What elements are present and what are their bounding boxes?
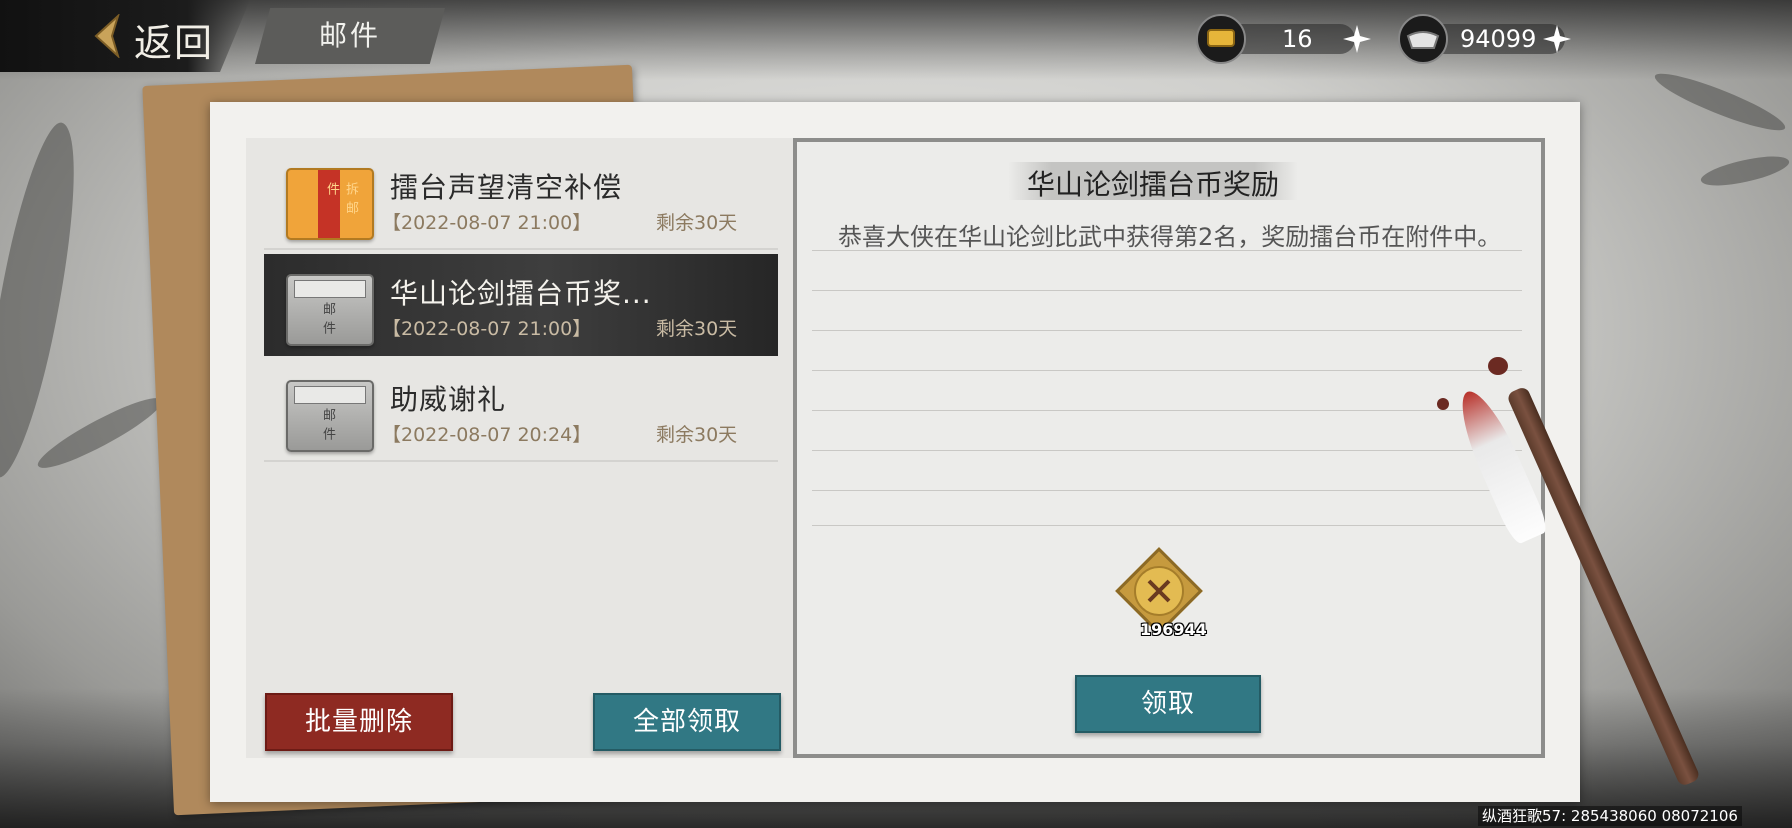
claim-button[interactable]: 领取 xyxy=(1075,675,1261,733)
mail-list-item[interactable]: 邮件 助威谢礼 【2022-08-07 20:24】 剩余30天 xyxy=(264,360,778,462)
mail-date: 【2022-08-07 21:00】 xyxy=(382,318,592,340)
paper-ruled-line xyxy=(812,525,1522,526)
attachment-quantity: 196944 xyxy=(1140,620,1207,639)
mail-date: 【2022-08-07 20:24】 xyxy=(382,424,592,446)
arena-coin-icon xyxy=(1134,566,1184,616)
tab-mail[interactable]: 邮件 xyxy=(255,8,445,64)
envelope-seal-text: 拆邮件 xyxy=(324,182,358,220)
mail-remaining-days: 剩余30天 xyxy=(656,424,738,446)
ink-drop-decoration xyxy=(1488,357,1508,375)
gold-amount: 16 xyxy=(1282,25,1313,53)
bamboo-leaf-decoration xyxy=(32,386,168,480)
detail-body-text: 恭喜大侠在华山论剑比武中获得第2名，奖励擂台币在附件中。 xyxy=(838,223,1502,251)
paper-ruled-line xyxy=(812,290,1522,291)
add-gold-plus-icon[interactable] xyxy=(1340,22,1374,56)
closed-grey-envelope-icon: 邮件 xyxy=(286,380,374,452)
silver-ingot-icon xyxy=(1398,14,1448,64)
envelope-seal-text: 邮件 xyxy=(320,302,335,340)
mail-remaining-days: 剩余30天 xyxy=(656,212,738,234)
mail-title: 擂台声望清空补偿 xyxy=(390,171,623,204)
silver-amount: 94099 xyxy=(1460,25,1537,53)
player-watermark: 纵酒狂歌57: 285438060 08072106 xyxy=(1478,806,1742,826)
closed-grey-envelope-icon: 邮件 xyxy=(286,274,374,346)
paper-ruled-line xyxy=(812,370,1522,371)
paper-ruled-line xyxy=(812,450,1522,451)
claim-all-button[interactable]: 全部领取 xyxy=(593,693,781,751)
add-silver-plus-icon[interactable] xyxy=(1540,22,1574,56)
gold-ingot-icon xyxy=(1196,14,1246,64)
detail-title: 华山论剑擂台币奖励 xyxy=(1026,168,1279,201)
attachment-item[interactable] xyxy=(1115,547,1203,635)
bamboo-leaf-decoration xyxy=(1698,148,1792,194)
mail-date: 【2022-08-07 21:00】 xyxy=(382,212,592,234)
paper-ruled-line xyxy=(812,330,1522,331)
mail-list-item[interactable]: 拆邮件 擂台声望清空补偿 【2022-08-07 21:00】 剩余30天 xyxy=(264,148,778,250)
chevron-left-icon xyxy=(94,14,120,58)
batch-delete-button[interactable]: 批量删除 xyxy=(265,693,453,751)
list-divider xyxy=(264,460,778,462)
mail-remaining-days: 剩余30天 xyxy=(656,318,738,340)
paper-ruled-line xyxy=(812,410,1522,411)
ink-drop-decoration xyxy=(1437,398,1449,410)
opened-red-envelope-icon: 拆邮件 xyxy=(286,168,374,240)
paper-ruled-line xyxy=(812,250,1522,251)
back-button[interactable]: 返回 xyxy=(0,0,250,72)
paper-ruled-line xyxy=(812,490,1522,491)
back-label: 返回 xyxy=(134,21,215,65)
mail-title: 助威谢礼 xyxy=(390,383,507,416)
envelope-seal-text: 邮件 xyxy=(320,408,335,446)
mail-list-item-selected[interactable]: 邮件 华山论剑擂台币奖... 【2022-08-07 21:00】 剩余30天 xyxy=(264,254,778,356)
mail-title: 华山论剑擂台币奖... xyxy=(390,277,652,310)
list-divider xyxy=(264,248,778,250)
